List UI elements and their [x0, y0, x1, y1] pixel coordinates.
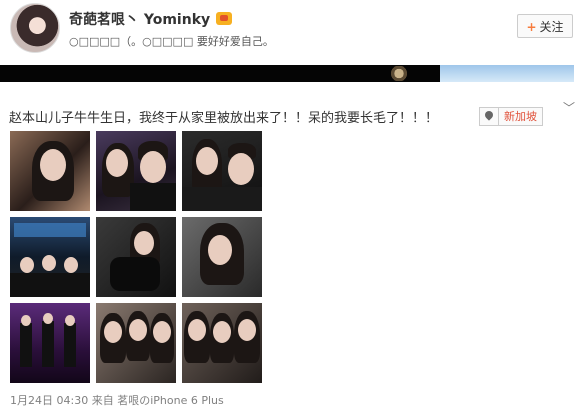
vip-badge-icon [216, 12, 233, 25]
photo-thumbnail[interactable] [10, 131, 90, 211]
post-text: 赵本山儿子牛牛生日，我终于从家里被放出来了！！呆的我要长毛了！！！ [9, 111, 439, 126]
source-prefix: 来自 [91, 394, 114, 407]
chevron-down-icon[interactable]: ﹀ [563, 99, 575, 116]
avatar[interactable] [10, 3, 60, 53]
follow-button[interactable]: + 关注 [517, 14, 573, 38]
photo-thumbnail[interactable] [96, 131, 176, 211]
post-meta: 1月24日 04:30 来自 茗哏のiPhone 6 Plus [10, 392, 224, 408]
photo-thumbnail[interactable] [182, 131, 262, 211]
plus-icon: + [526, 20, 537, 34]
follow-label: 关注 [539, 20, 564, 34]
photo-thumbnail[interactable] [10, 303, 90, 383]
location-pin-icon[interactable] [479, 107, 499, 126]
location-link[interactable]: 新加坡 [499, 107, 543, 126]
photo-thumbnail[interactable] [10, 217, 90, 297]
user-name[interactable]: 奇葩茗哏丶 Yominky [69, 9, 233, 29]
post-timestamp[interactable]: 1月24日 04:30 [10, 394, 88, 407]
photo-thumbnail[interactable] [182, 303, 262, 383]
user-signature: ○□□□□（。○□□□□ 要好好爱自己。 [69, 35, 274, 48]
banner-cloud [440, 65, 574, 82]
banner-decoration [388, 66, 410, 81]
photo-thumbnail[interactable] [96, 303, 176, 383]
photo-thumbnail[interactable] [182, 217, 262, 297]
source-link[interactable]: 茗哏のiPhone 6 Plus [117, 394, 224, 407]
photo-thumbnail[interactable] [96, 217, 176, 297]
cover-banner [0, 65, 574, 82]
